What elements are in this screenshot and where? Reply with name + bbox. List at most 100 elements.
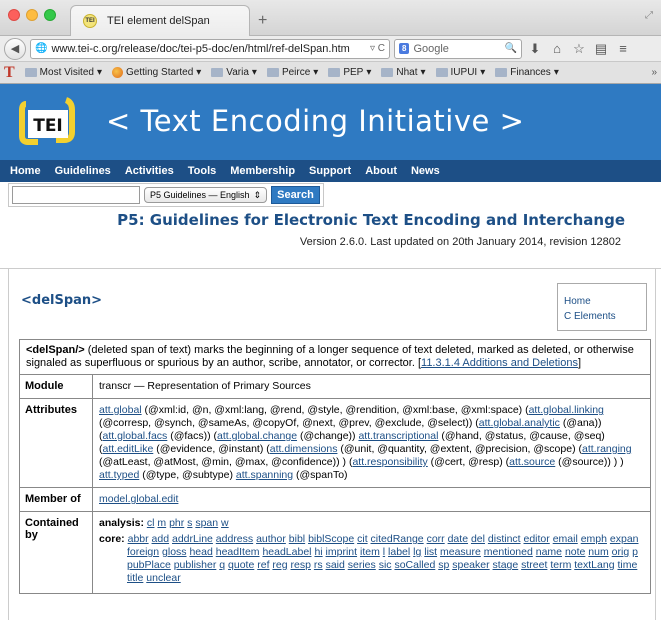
contained-by-link[interactable]: headItem	[216, 546, 260, 558]
menu-item-tools[interactable]: Tools	[188, 165, 217, 177]
contained-by-link[interactable]: soCalled	[394, 559, 435, 571]
contained-by-link[interactable]: editor	[524, 533, 550, 545]
contained-by-link[interactable]: resp	[291, 559, 311, 571]
fullscreen-icon[interactable]: ⤢	[645, 10, 653, 21]
contained-by-link[interactable]: headLabel	[262, 546, 311, 558]
model-class-link[interactable]: model.global.edit	[99, 493, 178, 505]
attribute-class-link[interactable]: att.global.analytic	[479, 417, 560, 429]
contained-by-link[interactable]: addrLine	[172, 533, 213, 545]
contained-by-link[interactable]: email	[553, 533, 578, 545]
menu-icon[interactable]: ≡	[614, 41, 632, 56]
contained-by-link[interactable]: series	[348, 559, 376, 571]
magnifier-icon[interactable]: 🔍	[505, 43, 517, 54]
bookmark-varia[interactable]: Varia ▾	[211, 67, 257, 78]
bookmark-pep[interactable]: PEP ▾	[328, 67, 371, 78]
contained-by-link[interactable]: del	[471, 533, 485, 545]
contained-by-link[interactable]: biblScope	[308, 533, 354, 545]
contained-by-link[interactable]: hi	[314, 546, 322, 558]
contained-by-link[interactable]: reg	[272, 559, 287, 571]
attribute-class-link[interactable]: att.global.change	[217, 430, 297, 442]
attribute-class-link[interactable]: att.spanning	[236, 469, 293, 481]
browser-search-box[interactable]: 8 Google 🔍	[394, 38, 522, 59]
contained-by-link[interactable]: quote	[228, 559, 254, 571]
contained-by-link[interactable]: label	[388, 546, 410, 558]
contained-by-link[interactable]: pubPlace	[127, 559, 171, 571]
contained-by-link[interactable]: mentioned	[484, 546, 533, 558]
attribute-class-link[interactable]: att.editLike	[103, 443, 154, 455]
contained-by-link[interactable]: bibl	[289, 533, 305, 545]
attribute-class-link[interactable]: att.ranging	[582, 443, 632, 455]
sidebox-link-elements[interactable]: C Elements	[564, 309, 640, 324]
contained-by-link[interactable]: publisher	[174, 559, 217, 571]
contained-by-link[interactable]: abbr	[128, 533, 149, 545]
url-bar[interactable]: 🌐 www.tei-c.org/release/doc/tei-p5-doc/e…	[30, 38, 390, 59]
tei-logo-icon[interactable]: TEI	[18, 96, 76, 148]
contained-by-link[interactable]: add	[152, 533, 170, 545]
attribute-class-link[interactable]: att.source	[509, 456, 555, 468]
bookmark-most-visited[interactable]: Most Visited ▾	[24, 67, 102, 78]
section-reference-link[interactable]: 11.3.1.4 Additions and Deletions	[421, 357, 578, 369]
contained-by-link[interactable]: author	[256, 533, 286, 545]
contained-by-link[interactable]: date	[448, 533, 468, 545]
attribute-class-link[interactable]: att.global	[99, 404, 142, 416]
attribute-class-link[interactable]: att.transcriptional	[358, 430, 438, 442]
more-bookmarks-icon[interactable]: »	[651, 67, 657, 78]
contained-by-link[interactable]: head	[189, 546, 212, 558]
attribute-class-link[interactable]: att.global.linking	[529, 404, 604, 416]
bookmark-finances[interactable]: Finances ▾	[495, 67, 559, 78]
contained-by-link[interactable]: stage	[493, 559, 519, 571]
bookmark-iupui[interactable]: IUPUI ▾	[435, 67, 485, 78]
browser-tab[interactable]: TEI TEI element delSpan	[70, 5, 250, 36]
contained-by-link[interactable]: cit	[357, 533, 368, 545]
contained-by-link[interactable]: ref	[257, 559, 269, 571]
contained-by-link[interactable]: measure	[440, 546, 481, 558]
contained-by-link[interactable]: imprint	[326, 546, 358, 558]
site-search-input[interactable]	[12, 186, 140, 204]
back-button[interactable]: ◀	[4, 37, 26, 60]
menu-item-about[interactable]: About	[365, 165, 397, 177]
home-icon[interactable]: ⌂	[548, 41, 566, 56]
contained-by-link[interactable]: expan	[610, 533, 639, 545]
contained-by-link[interactable]: corr	[427, 533, 445, 545]
contained-by-link[interactable]: num	[588, 546, 608, 558]
contained-by-link[interactable]: street	[521, 559, 547, 571]
contained-by-link[interactable]: emph	[581, 533, 607, 545]
reload-icon[interactable]: ▿ C	[370, 43, 385, 54]
guidelines-select[interactable]: P5 Guidelines — English ⇕	[144, 187, 268, 203]
contained-by-link[interactable]: speaker	[452, 559, 489, 571]
bookmark-peirce[interactable]: Peirce ▾	[266, 67, 318, 78]
contained-by-link[interactable]: rs	[314, 559, 323, 571]
close-window-button[interactable]	[8, 9, 20, 21]
menu-item-home[interactable]: Home	[10, 165, 41, 177]
contained-by-link[interactable]: s	[187, 517, 192, 529]
contained-by-link[interactable]: textLang	[574, 559, 614, 571]
new-tab-button[interactable]: +	[258, 12, 267, 30]
menu-item-guidelines[interactable]: Guidelines	[55, 165, 111, 177]
contained-by-link[interactable]: gloss	[162, 546, 187, 558]
contained-by-link[interactable]: cl	[147, 517, 155, 529]
bookmark-getting-started[interactable]: Getting Started ▾	[112, 67, 201, 78]
contained-by-link[interactable]: unclear	[146, 572, 180, 584]
sidebox-link-home[interactable]: Home	[564, 294, 640, 309]
contained-by-link[interactable]: m	[157, 517, 166, 529]
minimize-window-button[interactable]	[26, 9, 38, 21]
menu-item-membership[interactable]: Membership	[230, 165, 295, 177]
contained-by-link[interactable]: list	[424, 546, 437, 558]
contained-by-link[interactable]: p	[632, 546, 638, 558]
menu-item-news[interactable]: News	[411, 165, 440, 177]
menu-item-support[interactable]: Support	[309, 165, 351, 177]
contained-by-link[interactable]: term	[550, 559, 571, 571]
contained-by-link[interactable]: w	[221, 517, 229, 529]
contained-by-link[interactable]: note	[565, 546, 585, 558]
download-icon[interactable]: ⬇	[526, 41, 544, 57]
contained-by-link[interactable]: title	[127, 572, 143, 584]
attribute-class-link[interactable]: att.dimensions	[270, 443, 338, 455]
maximize-window-button[interactable]	[44, 9, 56, 21]
bookmark-nhat[interactable]: Nhat ▾	[381, 67, 426, 78]
site-search-button[interactable]: Search	[271, 186, 320, 204]
tumblr-bookmark-icon[interactable]: T	[4, 64, 15, 82]
contained-by-link[interactable]: address	[216, 533, 253, 545]
contained-by-link[interactable]: q	[219, 559, 225, 571]
contained-by-link[interactable]: lg	[413, 546, 421, 558]
contained-by-link[interactable]: citedRange	[371, 533, 424, 545]
